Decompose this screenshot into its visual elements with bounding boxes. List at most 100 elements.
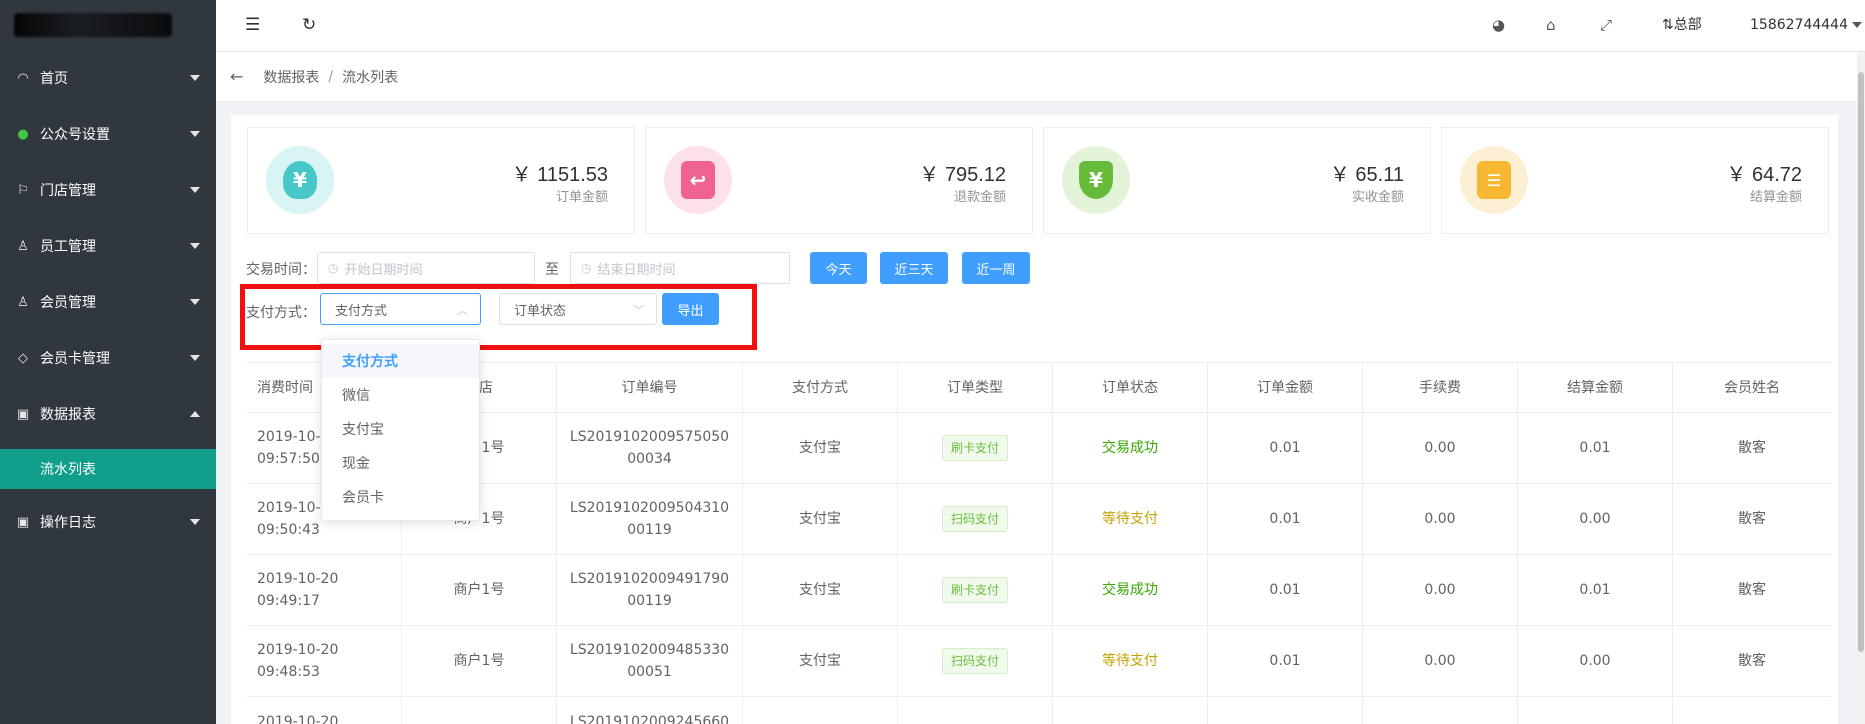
cell-settle: 0.01 xyxy=(1517,555,1672,625)
users-icon: ♙ xyxy=(17,238,29,254)
cell-pay: 支付宝 xyxy=(742,484,897,554)
dropdown-option-alipay[interactable]: 支付宝 xyxy=(322,412,479,446)
tag-icon[interactable]: ⌂ xyxy=(1546,17,1556,34)
stat-value: ￥ 795.12 xyxy=(919,164,1006,186)
cell-type: 刷卡支付 xyxy=(897,555,1052,625)
breadcrumb-current: 流水列表 xyxy=(342,69,399,86)
logo-image xyxy=(14,13,172,37)
cell-fee: 0.00 xyxy=(1362,626,1517,696)
table-row[interactable]: 2019-10-20 09:24:5 LS20191020092456600 xyxy=(247,697,1831,724)
caret-down-icon xyxy=(1851,22,1862,28)
sidebar-item-wechat[interactable]: ● 公众号设置 xyxy=(0,106,216,162)
stat-label: 实收金额 xyxy=(1351,190,1404,205)
last-week-button[interactable]: 近一周 xyxy=(962,252,1030,284)
cell-status: 等待支付 xyxy=(1052,626,1207,696)
shield-yuan-icon: ¥ xyxy=(1062,146,1130,214)
stat-label: 订单金额 xyxy=(555,190,608,205)
today-button[interactable]: 今天 xyxy=(810,252,867,284)
stat-label: 结算金额 xyxy=(1749,190,1802,205)
cell-amount: 0.01 xyxy=(1207,626,1362,696)
order-type-tag: 扫码支付 xyxy=(941,506,1008,532)
branch-switcher[interactable]: ⇅总部 xyxy=(1662,17,1702,34)
sidebar-subitem-label: 流水列表 xyxy=(40,462,96,478)
column-header: 支付方式 xyxy=(742,363,897,412)
cell-order-no: LS20191020092456600 xyxy=(556,697,742,724)
sidebar-item-member-cards[interactable]: ◇ 会员卡管理 xyxy=(0,330,216,386)
table-row[interactable]: 2019-10-20 09:48:53 商户1号 LS2019102009485… xyxy=(247,626,1831,697)
cell-fee xyxy=(1362,697,1517,724)
chevron-down-icon xyxy=(190,519,200,525)
fullscreen-icon[interactable]: ⤢ xyxy=(1600,17,1612,34)
clock-icon: ◷ xyxy=(581,261,592,275)
stat-value: ￥ 65.11 xyxy=(1329,164,1404,186)
cell-order-no: LS201910200950431000119 xyxy=(556,484,742,554)
sidebar-item-members[interactable]: ♙ 会员管理 xyxy=(0,274,216,330)
table-row[interactable]: 2019-10-20 09:49:17 商户1号 LS2019102009491… xyxy=(247,555,1831,626)
user-phone: 15862744444 xyxy=(1750,17,1848,33)
cell-amount: 0.01 xyxy=(1207,413,1362,483)
last-three-days-button[interactable]: 近三天 xyxy=(880,252,948,284)
cell-member: 散客 xyxy=(1672,484,1831,554)
cell-fee: 0.00 xyxy=(1362,555,1517,625)
dropdown-option-wechat[interactable]: 微信 xyxy=(322,378,479,412)
sidebar-item-staff[interactable]: ♙ 员工管理 xyxy=(0,218,216,274)
stat-card-refund-amount: ↩ ￥ 795.12 退款金额 xyxy=(645,127,1033,234)
cell-settle: 0.00 xyxy=(1517,626,1672,696)
cell-member: 散客 xyxy=(1672,413,1831,483)
dropdown-option-member-card[interactable]: 会员卡 xyxy=(322,480,479,514)
back-arrow-icon[interactable]: ← xyxy=(230,67,243,86)
breadcrumb-separator: / xyxy=(328,68,334,85)
sidebar-item-home[interactable]: ◠ 首页 xyxy=(0,50,216,106)
menu-toggle-icon[interactable]: ☰ xyxy=(245,16,260,34)
dropdown-option-all[interactable]: 支付方式 xyxy=(322,344,479,378)
sidebar-item-reports[interactable]: ▣ 数据报表 xyxy=(0,386,216,442)
order-type-tag: 刷卡支付 xyxy=(941,435,1008,461)
page-scrollbar[interactable] xyxy=(1857,52,1865,724)
end-date-placeholder: 结束日期时间 xyxy=(597,262,676,278)
cell-settle: 0.00 xyxy=(1517,484,1672,554)
cell-member: 散客 xyxy=(1672,555,1831,625)
report-icon: ▣ xyxy=(16,406,30,422)
scrollbar-thumb[interactable] xyxy=(1858,72,1864,652)
sidebar-item-label: 员工管理 xyxy=(40,239,96,255)
chevron-up-icon xyxy=(190,411,200,417)
palette-icon[interactable]: ◕ xyxy=(1492,17,1505,34)
chevron-down-icon xyxy=(190,131,200,137)
cell-pay: 支付宝 xyxy=(742,626,897,696)
user-menu[interactable]: 15862744444 xyxy=(1750,17,1862,34)
sidebar-item-label: 会员卡管理 xyxy=(40,351,110,367)
table-row[interactable]: 2019-10-20 09:57:50 商户1号 LS2019102009575… xyxy=(247,413,1831,484)
pay-method-dropdown: 支付方式 微信 支付宝 现金 会员卡 xyxy=(321,339,480,521)
end-date-input[interactable]: ◷ 结束日期时间 xyxy=(570,252,790,284)
sidebar-item-label: 会员管理 xyxy=(40,295,96,311)
cell-store: 商户1号 xyxy=(401,626,556,696)
cell-status: 交易成功 xyxy=(1052,555,1207,625)
sidebar-item-logs[interactable]: ▣ 操作日志 xyxy=(0,494,216,550)
start-date-placeholder: 开始日期时间 xyxy=(344,262,423,278)
column-header: 手续费 xyxy=(1362,363,1517,412)
stat-value: ￥ 1151.53 xyxy=(511,164,608,186)
refresh-icon[interactable]: ↻ xyxy=(302,16,316,34)
cell-time: 2019-10-20 09:48:53 xyxy=(257,642,339,680)
chevron-down-icon xyxy=(190,187,200,193)
cell-type: 刷卡支付 xyxy=(897,413,1052,483)
sidebar-item-label: 公众号设置 xyxy=(40,127,110,143)
table-row[interactable]: 2019-10-20 09:50:43 商户1号 LS2019102009504… xyxy=(247,484,1831,555)
branch-label: 总部 xyxy=(1673,17,1702,33)
start-date-input[interactable]: ◷ 开始日期时间 xyxy=(317,252,535,284)
breadcrumb-parent[interactable]: 数据报表 xyxy=(263,67,319,87)
cell-time: 2019-10-20 09:24:5 xyxy=(257,714,339,724)
cell-fee: 0.00 xyxy=(1362,484,1517,554)
diamond-icon: ◇ xyxy=(18,350,28,366)
cell-status: 等待支付 xyxy=(1052,484,1207,554)
sidebar-item-stores[interactable]: ⚐ 门店管理 xyxy=(0,162,216,218)
cell-status: 交易成功 xyxy=(1052,413,1207,483)
wechat-icon: ● xyxy=(17,126,29,142)
cell-settle: 0.01 xyxy=(1517,413,1672,483)
cell-order-no: LS201910200949179000119 xyxy=(556,555,742,625)
chevron-down-icon xyxy=(190,355,200,361)
sidebar-subitem-flow-list[interactable]: 流水列表 xyxy=(0,449,216,489)
dropdown-option-cash[interactable]: 现金 xyxy=(322,446,479,480)
column-header: 订单状态 xyxy=(1052,363,1207,412)
chevron-down-icon xyxy=(190,75,200,81)
